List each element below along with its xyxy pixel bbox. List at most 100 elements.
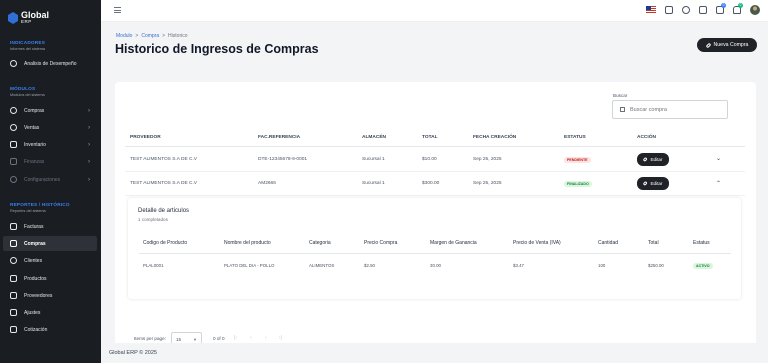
detail-col-codigo: Codigo de Producto (143, 240, 188, 246)
breadcrumb-historico: Historico (168, 33, 188, 39)
section-reportes-subtitle: Reportes del sistema (10, 209, 46, 213)
sidebar-item-ajustes[interactable]: Ajustes (3, 305, 97, 320)
detail-cell-total: $250.00 (648, 263, 664, 268)
sidebar-item-label: Ventas (24, 124, 40, 131)
us-flag-icon[interactable] (646, 6, 656, 13)
edit-button[interactable]: Editar (637, 153, 669, 166)
col-proveedor: PROVEEDOR (130, 135, 161, 140)
breadcrumb-modulo[interactable]: Modulo (116, 33, 132, 39)
breadcrumb-compra[interactable]: Compra (141, 33, 159, 39)
search-box[interactable] (612, 100, 728, 119)
cell-fac: AM2666 (258, 181, 276, 186)
detail-cell-cantidad: 100 (598, 263, 606, 268)
edit-icon (620, 107, 625, 112)
sidebar: Global ERP INDICADORES Informes del sist… (0, 0, 101, 363)
sidebar-item-productos[interactable]: Productos (3, 271, 97, 286)
edit-label: Editar (650, 157, 663, 162)
sidebar-item-compras-historico[interactable]: Compras (3, 236, 97, 251)
section-indicadores-subtitle: Informes del sistema (10, 47, 46, 51)
adjust-icon (10, 309, 17, 316)
fullscreen-icon[interactable] (665, 6, 673, 14)
first-page-icon[interactable]: |‹ (234, 335, 237, 341)
users-icon (10, 257, 17, 264)
link-icon (643, 181, 648, 186)
quote-icon (10, 326, 17, 333)
detail-panel (128, 198, 741, 299)
new-purchase-button[interactable]: Nueva Compra (697, 38, 757, 52)
sidebar-item-facturas[interactable]: Facturas (3, 219, 97, 234)
detail-cell-nombre: PLATO DEL DIA - POLLO (224, 263, 275, 268)
sidebar-item-clientes[interactable]: Clientes (3, 253, 97, 268)
menu-icon[interactable] (114, 7, 121, 15)
breadcrumb-separator: > (162, 33, 166, 39)
detail-cell-venta: $3.47 (513, 263, 524, 268)
status-badge: FINALIZADO (564, 181, 592, 187)
table-row[interactable]: TEST ALIMENTOS S.A DE C.V AM2666 Sucursa… (125, 172, 745, 196)
sidebar-item-ventas[interactable]: Ventas › (3, 120, 97, 135)
detail-col-total: Total (648, 240, 659, 246)
chevron-up-icon[interactable]: ⌃ (716, 180, 721, 187)
cell-proveedor: TEST ALIMENTOS S.A DE C.V (130, 157, 197, 162)
search-icon[interactable] (682, 6, 690, 14)
breadcrumb: Modulo > Compra > Historico (116, 33, 188, 39)
sidebar-item-proveedores[interactable]: Proveedores (3, 288, 97, 303)
link-icon (643, 157, 648, 162)
sidebar-item-label: Clientes (24, 257, 43, 264)
product-icon (10, 275, 17, 282)
detail-col-nombre: Nombre del producto (224, 240, 271, 246)
cell-proveedor: TEST ALIMENTOS S.A DE C.V (130, 181, 197, 186)
mail-badge: 0 (721, 3, 726, 8)
edit-button[interactable]: Editar (637, 177, 669, 190)
detail-title: Detalle de articulos (138, 208, 190, 214)
logo-icon (8, 12, 18, 24)
chevron-down-icon: ▼ (193, 337, 197, 342)
chevron-right-icon: › (88, 107, 90, 114)
apps-grid-icon[interactable] (699, 6, 707, 14)
status-badge: PENDIENTE (564, 157, 591, 163)
notification-badge: 0 (738, 3, 743, 8)
section-modulos-subtitle: Modulos del sistema (10, 93, 45, 97)
breadcrumb-separator: > (135, 33, 139, 39)
prev-page-icon[interactable]: ‹ (250, 335, 252, 341)
status-badge: ACTIVO (693, 263, 713, 269)
detail-col-categoria: Categoria (309, 240, 331, 246)
detail-subtitle: 1 completados (138, 217, 168, 222)
sidebar-item-compras[interactable]: Compras › (3, 103, 97, 118)
sidebar-item-cotizacion[interactable]: Cotización (3, 322, 97, 337)
sidebar-item-inventario[interactable]: Inventario › (3, 137, 97, 152)
gear-icon (10, 176, 17, 183)
sidebar-item-label: Proveedores (24, 292, 53, 299)
detail-col-venta: Precio de Venta (IVA) (513, 240, 561, 246)
sidebar-item-finanzas[interactable]: Finanzas › (3, 154, 97, 169)
last-page-icon[interactable]: ›| (279, 335, 282, 341)
sidebar-item-label: Compras (24, 107, 45, 114)
detail-col-cantidad: Cantidad (598, 240, 619, 246)
sidebar-item-label: Compras (24, 240, 46, 247)
app-logo[interactable]: Global ERP (8, 11, 49, 24)
cell-almacen: Sucursal 1 (362, 157, 385, 162)
truck-icon (10, 292, 17, 299)
cell-total: $300.00 (422, 181, 440, 186)
next-page-icon[interactable]: › (265, 335, 267, 341)
sidebar-item-analisis[interactable]: Analisis de Desempeño (3, 56, 97, 71)
search-input[interactable] (630, 106, 720, 113)
detail-col-estatus: Estatus (693, 240, 710, 246)
avatar[interactable] (750, 5, 760, 15)
cell-fecha: Sep 25, 2025 (473, 181, 502, 186)
col-fecha: FECHA CREACIÓN (473, 135, 517, 140)
detail-col-precio: Precio Compra (364, 240, 398, 246)
detail-cell-codigo: PLAL0001 (143, 263, 164, 268)
divider (139, 253, 731, 254)
table-row[interactable]: TEST ALIMENTOS S.A DE C.V DTE-12345678-9… (125, 148, 745, 172)
edit-label: Editar (650, 181, 663, 186)
sidebar-item-configuraciones[interactable]: Configuraciones › (3, 172, 97, 187)
col-accion: ACCIÓN (637, 135, 656, 140)
table-header: PROVEEDOR FAC.REFERENCIA ALMACÉN TOTAL F… (125, 127, 745, 147)
col-total: TOTAL (422, 135, 438, 140)
chevron-down-icon[interactable]: ⌄ (716, 155, 721, 162)
shopping-bag-icon (10, 240, 17, 247)
section-modulos-title: MÓDULOS (10, 86, 36, 91)
invoice-icon (10, 223, 17, 230)
chevron-right-icon: › (88, 141, 90, 148)
section-reportes-title: REPORTES / HISTÓRICO (10, 202, 70, 207)
